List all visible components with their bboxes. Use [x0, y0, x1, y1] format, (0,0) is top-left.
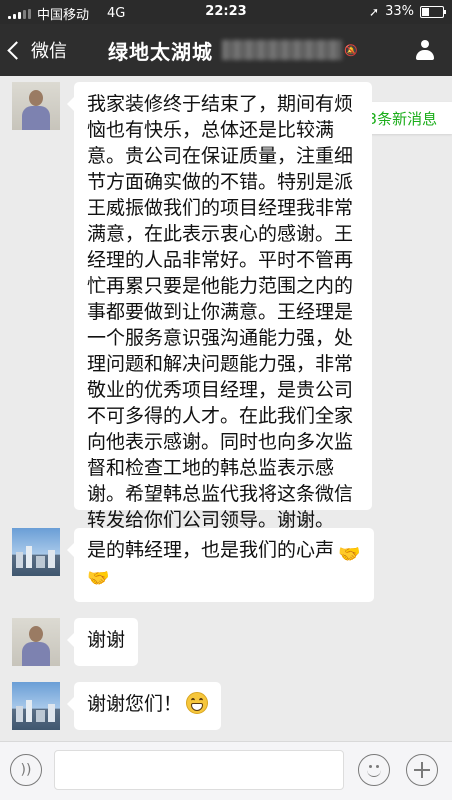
avatar[interactable] — [12, 528, 60, 576]
avatar[interactable] — [12, 682, 60, 730]
chat-header: 微信 绿地太湖城 🔕 — [0, 24, 452, 76]
group-info-button[interactable] — [414, 40, 436, 62]
avatar[interactable] — [12, 618, 60, 666]
blurred-title-text — [222, 40, 342, 60]
avatar[interactable] — [12, 82, 60, 130]
back-button[interactable]: 微信 — [7, 37, 67, 63]
handshake-icon: 🤝 — [87, 568, 110, 589]
mute-icon: 🔕 — [344, 44, 358, 57]
message-text: 是的韩经理，也是我们的心声 — [87, 539, 335, 561]
status-bar: 中国移动 4G 22:23 ➚ 33% — [0, 0, 452, 24]
message-bubble[interactable]: 谢谢您们！ — [66, 682, 222, 730]
message-bubble[interactable]: 我家装修终于结束了，期间有烦恼也有快乐，总体还是比较满意。贵公司在保证质量，注重… — [67, 82, 372, 531]
message-text: 我家装修终于结束了，期间有烦恼也有快乐，总体还是比较满意。贵公司在保证质量，注重… — [87, 93, 354, 531]
more-button[interactable] — [406, 754, 438, 786]
battery-percent: 33% — [385, 4, 414, 19]
back-label: 微信 — [31, 41, 67, 62]
person-icon — [421, 40, 429, 48]
message-bubble[interactable]: 谢谢 — [66, 618, 139, 666]
message-text: 谢谢 — [87, 629, 126, 651]
sound-wave-icon: )) — [20, 762, 32, 778]
voice-input-button[interactable]: )) — [10, 754, 42, 786]
input-bar: )) — [0, 741, 452, 800]
smiley-icon — [369, 765, 372, 768]
message-bubble[interactable]: 是的韩经理，也是我们的心声 🤝 🤝 — [67, 528, 374, 602]
chat-title: 绿地太湖城 — [108, 40, 213, 64]
emoji-button[interactable] — [358, 754, 390, 786]
grin-emoji-icon — [186, 692, 209, 714]
back-chevron-icon — [7, 40, 26, 60]
message-input[interactable] — [54, 750, 344, 790]
handshake-icon: 🤝 — [338, 544, 361, 565]
status-right: ➚ 33% — [369, 4, 446, 19]
message-text: 谢谢您们！ — [87, 693, 183, 715]
battery-icon — [420, 5, 446, 18]
location-arrow-icon: ➚ — [369, 4, 380, 19]
